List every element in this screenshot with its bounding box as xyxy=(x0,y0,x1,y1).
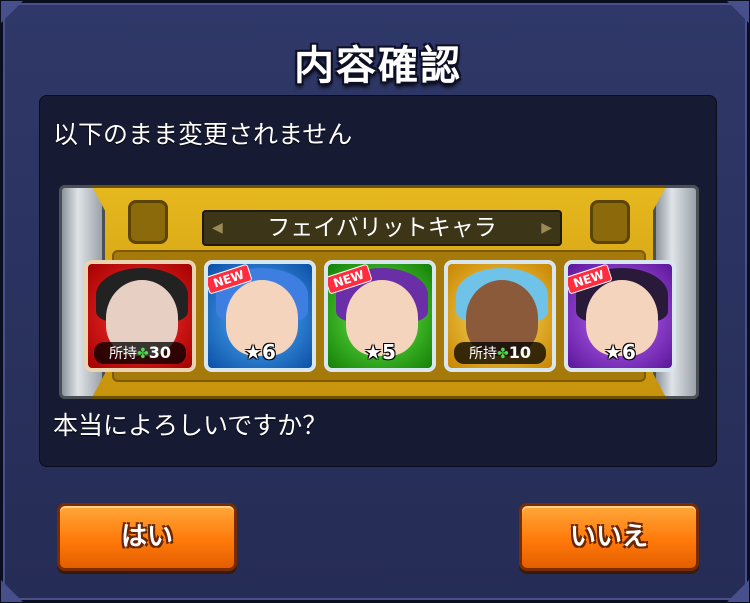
question-text: 本当によろしいですか？ xyxy=(53,411,328,440)
yes-button[interactable]: はい xyxy=(57,503,237,571)
favorite-tab-label: フェイバリットキャラ xyxy=(267,215,497,241)
frame-corner xyxy=(727,1,749,23)
favorite-tab: ◀ フェイバリットキャラ ▶ xyxy=(202,210,562,246)
no-button[interactable]: いいえ xyxy=(519,503,699,571)
confirm-dialog: 内容確認 以下のまま変更されません ◀ フェイバリットキャラ ▶ 所持✤30 N… xyxy=(0,0,750,603)
message-text: 以下のまま変更されません xyxy=(53,120,353,149)
clover-icon: ✤ xyxy=(497,346,509,362)
star-rarity: ★6 xyxy=(604,340,636,364)
owned-count-badge: 所持✤10 xyxy=(454,342,546,364)
frame-corner xyxy=(727,580,749,602)
arrow-left-icon: ◀ xyxy=(212,220,223,236)
arrow-right-icon: ▶ xyxy=(541,220,552,236)
socket-right xyxy=(590,200,630,244)
socket-left xyxy=(128,200,168,244)
character-card-water[interactable]: NEW ★6 xyxy=(204,260,316,372)
star-rarity: ★5 xyxy=(364,340,396,364)
frame-corner xyxy=(1,580,23,602)
character-card-fire[interactable]: 所持✤30 xyxy=(84,260,196,372)
character-card-dark[interactable]: NEW ★6 xyxy=(564,260,676,372)
dialog-title: 内容確認 xyxy=(294,43,462,89)
clover-icon: ✤ xyxy=(137,346,149,362)
frame-corner xyxy=(1,1,23,23)
star-rarity: ★6 xyxy=(244,340,276,364)
character-card-light[interactable]: 所持✤10 xyxy=(444,260,556,372)
owned-count-badge: 所持✤30 xyxy=(94,342,186,364)
character-card-wood[interactable]: NEW ★5 xyxy=(324,260,436,372)
favorite-board: ◀ フェイバリットキャラ ▶ 所持✤30 NEW ★6 NEW ★5 所持✤10… xyxy=(59,185,699,399)
